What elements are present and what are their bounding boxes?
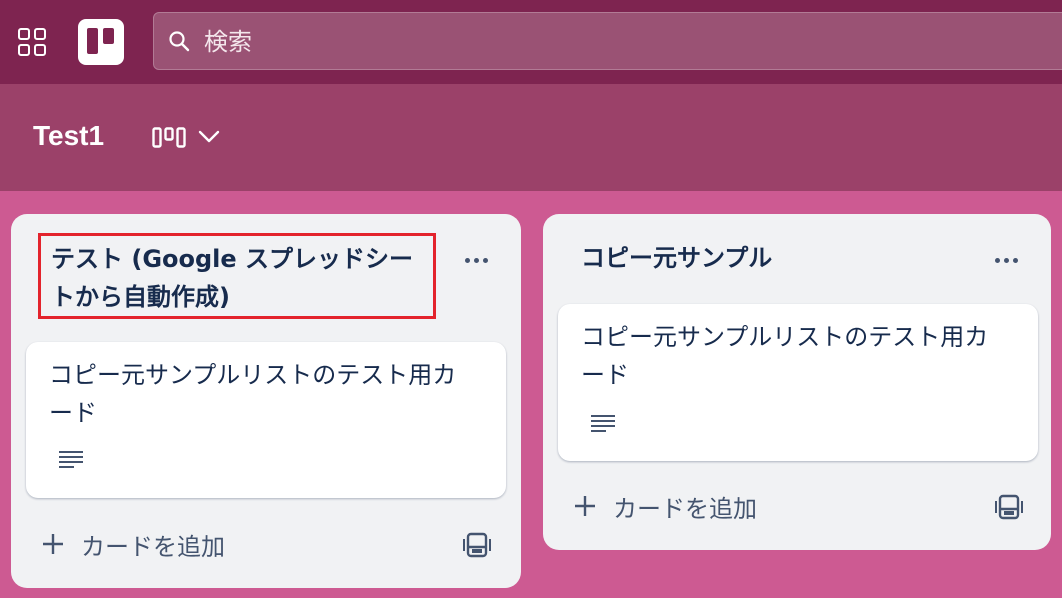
add-card-label: カードを追加 (613, 494, 757, 523)
search-input[interactable] (202, 21, 806, 63)
list-title[interactable]: テスト (Google スプレッドシートから自動作成) (51, 240, 431, 316)
plus-icon (43, 534, 63, 554)
add-card-button[interactable]: カードを追加 (41, 522, 225, 566)
description-icon (59, 451, 83, 468)
list-copy-source-sample[interactable]: コピー元サンプル コピー元サンプルリストのテスト用カード カードを追加 (543, 214, 1051, 550)
board-header: Test1 (0, 84, 1062, 191)
board-columns-icon (152, 127, 186, 148)
plus-icon (575, 496, 595, 516)
board-title[interactable]: Test1 (33, 120, 104, 152)
search-box[interactable] (153, 12, 1062, 70)
card[interactable]: コピー元サンプルリストのテスト用カード (26, 342, 506, 498)
search-icon (169, 31, 190, 52)
top-navigation-bar (0, 0, 1062, 84)
list-actions-more-icon[interactable] (989, 246, 1023, 274)
card[interactable]: コピー元サンプルリストのテスト用カード (558, 304, 1038, 461)
list-test-google-sheets[interactable]: テスト (Google スプレッドシートから自動作成) コピー元サンプルリストの… (11, 214, 521, 588)
add-card-label: カードを追加 (81, 532, 225, 561)
card-title: コピー元サンプルリストのテスト用カード (49, 361, 457, 427)
apps-grid-icon[interactable] (18, 28, 46, 56)
add-card-button[interactable]: カードを追加 (573, 484, 757, 528)
list-title[interactable]: コピー元サンプル (581, 239, 961, 277)
card-template-icon[interactable] (462, 530, 492, 560)
card-title: コピー元サンプルリストのテスト用カード (581, 323, 989, 389)
description-icon (591, 415, 615, 432)
list-actions-more-icon[interactable] (459, 246, 493, 274)
trello-logo[interactable] (78, 19, 124, 65)
card-template-icon[interactable] (994, 492, 1024, 522)
board-view-switcher[interactable] (150, 124, 230, 154)
chevron-down-icon (198, 130, 220, 143)
